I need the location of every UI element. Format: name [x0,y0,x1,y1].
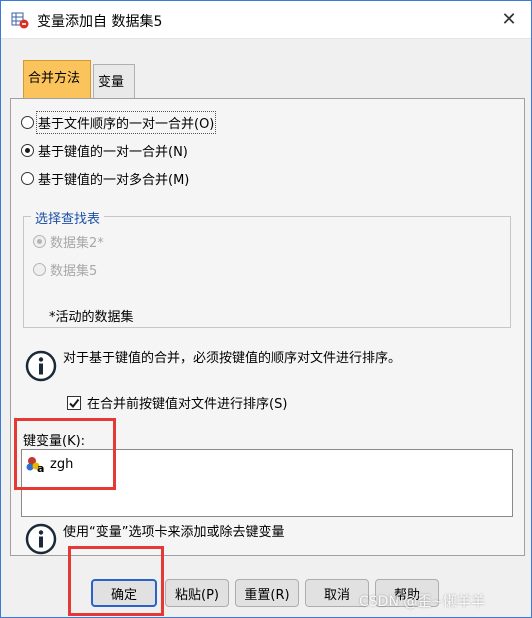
dialog-window: 变量添加自 数据集5 ✕ 合并方法 变量 基于文件顺序的一对一合并(O) 基于键… [0,0,532,618]
radio-label: 基于键值的一对一合并(N) [38,144,188,160]
reset-button-label: 重置(R) [244,587,290,603]
radio-file-order[interactable]: 基于文件顺序的一对一合并(O) [21,110,217,134]
radio-dataset2[interactable]: 数据集2* [33,231,104,251]
sort-info-text: 对于基于键值的合并，必须按键值的顺序对文件进行排序。 [63,351,402,366]
radio-button[interactable] [33,262,46,276]
active-dataset-note: *活动的数据集 [49,310,134,325]
sort-checkbox[interactable] [67,395,81,410]
radio-key-one-to-many[interactable]: 基于键值的一对多合并(M) [21,168,189,188]
radio-button[interactable] [33,234,46,248]
radio-button[interactable] [21,115,34,129]
radio-label: 基于文件顺序的一对一合并(O) [35,110,217,134]
radio-key-one-to-one[interactable]: 基于键值的一对一合并(N) [21,140,188,160]
radio-button[interactable] [21,171,34,185]
close-icon: ✕ [501,8,517,30]
radio-label: 数据集2* [50,235,104,251]
info-icon [25,523,57,555]
sort-checkbox-label: 在合并前按键值对文件进行排序(S) [87,397,288,412]
highlight-box-ok [68,546,164,616]
tab-merge-method[interactable]: 合并方法 [23,60,91,98]
close-button[interactable]: ✕ [497,7,521,31]
lookup-table-title: 选择查找表 [31,208,105,227]
tab-variables[interactable]: 变量 [93,64,135,98]
tab-info-text: 使用“变量”选项卡来添加或除去键变量 [63,525,285,540]
paste-button[interactable]: 粘贴(P) [165,579,229,607]
tab-label: 合并方法 [28,71,81,86]
radio-dataset5[interactable]: 数据集5 [33,259,97,279]
sort-checkbox-row[interactable]: 在合并前按键值对文件进行排序(S) [67,393,287,412]
title-bar: 变量添加自 数据集5 ✕ [1,1,531,39]
window-title: 变量添加自 数据集5 [37,14,163,30]
reset-button[interactable]: 重置(R) [235,579,299,607]
highlight-box-key-variable [14,418,116,490]
checkmark-icon [69,398,80,408]
cancel-button-label: 取消 [323,587,350,603]
watermark: CSDN @歪~懒羊羊 [359,594,486,610]
radio-label: 数据集5 [50,263,98,279]
radio-button[interactable] [21,143,34,157]
tab-label: 变量 [98,75,125,90]
spss-app-icon [11,12,29,29]
paste-button-label: 粘贴(P) [175,587,219,603]
radio-label: 基于键值的一对多合并(M) [38,172,190,188]
info-icon [25,350,57,382]
